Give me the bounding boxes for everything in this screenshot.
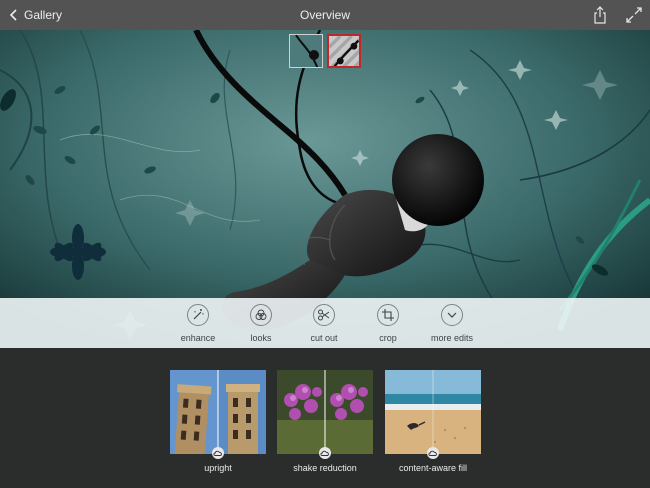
original-thumbnail-image bbox=[290, 35, 322, 67]
upright-preview bbox=[170, 370, 266, 454]
page-title: Overview bbox=[299, 8, 350, 22]
crop-button[interactable]: crop bbox=[353, 304, 423, 344]
chevron-down-icon bbox=[441, 304, 463, 326]
content-aware-fill-promo[interactable]: content-aware fill bbox=[385, 370, 481, 473]
crop-label: crop bbox=[379, 333, 397, 343]
more-edits-button[interactable]: more edits bbox=[417, 304, 487, 344]
cut-out-button[interactable]: cut out bbox=[289, 304, 359, 344]
original-thumbnail[interactable] bbox=[289, 34, 323, 68]
feature-promos: upright shake reduction content-aware fi… bbox=[0, 348, 650, 488]
share-button[interactable] bbox=[590, 5, 610, 25]
shake-reduction-preview bbox=[277, 370, 373, 454]
shake-reduction-promo[interactable]: shake reduction bbox=[277, 370, 373, 473]
edit-toolbar: enhance looks cut out crop more edits bbox=[0, 298, 650, 348]
looks-button[interactable]: looks bbox=[226, 304, 296, 344]
upright-promo[interactable]: upright bbox=[170, 370, 266, 473]
enhance-label: enhance bbox=[180, 333, 216, 343]
share-icon bbox=[594, 6, 606, 24]
more-edits-label: more edits bbox=[430, 333, 474, 343]
top-bar: Gallery Overview bbox=[0, 0, 650, 30]
content-aware-fill-label: content-aware fill bbox=[398, 463, 468, 473]
edited-thumbnail[interactable] bbox=[327, 34, 361, 68]
crop-icon bbox=[377, 304, 399, 326]
edited-thumbnail-image bbox=[329, 36, 359, 66]
scissors-icon bbox=[313, 304, 335, 326]
magic-wand-icon bbox=[187, 304, 209, 326]
enhance-button[interactable]: enhance bbox=[163, 304, 233, 344]
expand-icon bbox=[626, 7, 642, 23]
looks-icon bbox=[250, 304, 272, 326]
looks-label: looks bbox=[250, 333, 272, 343]
content-aware-fill-preview bbox=[385, 370, 481, 454]
creative-cloud-icon bbox=[427, 447, 439, 459]
creative-cloud-icon bbox=[319, 447, 331, 459]
cut-out-label: cut out bbox=[310, 333, 338, 343]
thumbnail-strip bbox=[289, 34, 361, 68]
creative-cloud-icon bbox=[212, 447, 224, 459]
expand-button[interactable] bbox=[624, 5, 644, 25]
